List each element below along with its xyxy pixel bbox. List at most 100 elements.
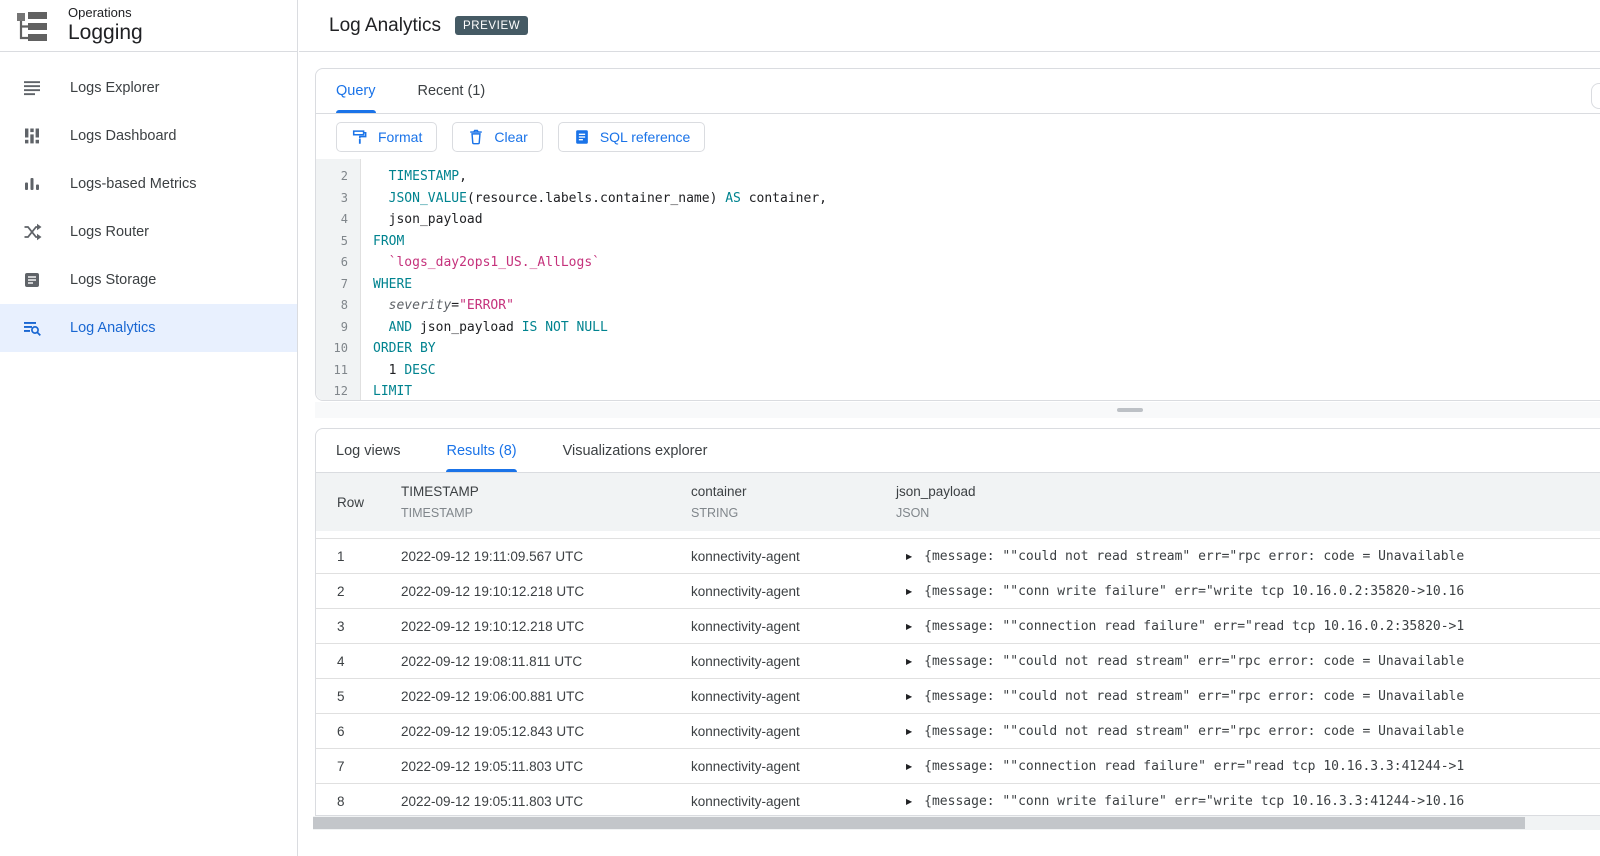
code-line: 9 AND json_payload IS NOT NULL <box>316 317 1600 339</box>
sidebar-item-label: Logs-based Metrics <box>70 176 197 192</box>
expand-row-icon[interactable]: ▶ <box>906 797 912 806</box>
sidebar-item-logs-router[interactable]: Logs Router <box>0 208 297 256</box>
expand-row-icon[interactable]: ▶ <box>906 657 912 666</box>
results-panel: Log views Results (8) Visualizations explo… <box>315 428 1600 816</box>
tab-recent-1[interactable]: Recent (1) <box>418 69 486 113</box>
cell-timestamp: 2022-09-12 19:05:11.803 UTC <box>401 758 584 774</box>
code-text: severity="ERROR" <box>388 298 514 313</box>
table-row: 1 2022-09-12 19:11:09.567 UTC konnectivity… <box>316 538 1600 573</box>
table-header: Row TIMESTAMP TIMESTAMP container STRING… <box>316 473 1600 531</box>
horizontal-scrollbar[interactable] <box>313 816 1600 830</box>
cell-container: konnectivity-agent <box>691 793 800 809</box>
column-name: Row <box>337 494 365 510</box>
app-logo-header: Operations Logging <box>0 0 297 52</box>
sidebar-item-log-analytics[interactable]: Log Analytics <box>0 304 297 352</box>
cutoff-toolbar-button[interactable] <box>1591 83 1600 109</box>
format-button[interactable]: Format <box>336 121 438 152</box>
expand-row-icon[interactable]: ▶ <box>906 552 912 561</box>
tab-results-8[interactable]: Results (8) <box>446 429 517 472</box>
line-number: 2 <box>340 169 348 183</box>
sql-reference-icon <box>573 128 591 146</box>
table-row: 5 2022-09-12 19:06:00.881 UTC konnectivity… <box>316 678 1600 713</box>
code-line: 4 json_payload <box>316 209 1600 231</box>
sidebar-item-logs-dashboard[interactable]: Logs Dashboard <box>0 112 297 160</box>
sidebar-item-logs-storage[interactable]: Logs Storage <box>0 256 297 304</box>
button-label: Format <box>378 128 423 145</box>
code-line: 5 FROM <box>316 231 1600 253</box>
button-label: SQL reference <box>599 128 691 145</box>
sidebar-nav: Logs Explorer Logs Dashboard Logs-based Me… <box>0 52 297 352</box>
cell-json-payload: ▶ {message: ""could not read stream" err=… <box>896 724 1600 739</box>
clear-icon <box>467 128 485 146</box>
column-name: TIMESTAMP <box>401 484 479 499</box>
json-payload-text: {message: ""could not read stream" err="… <box>924 723 1465 739</box>
code-line: 12 LIMIT <box>316 381 1600 400</box>
section-name: Logging <box>68 20 143 44</box>
cell-timestamp: 2022-09-12 19:10:12.218 UTC <box>401 618 585 634</box>
cell-json-payload: ▶ {message: ""conn write failure" err="wr… <box>896 794 1600 809</box>
cell-timestamp: 2022-09-12 19:05:11.803 UTC <box>401 793 584 809</box>
operations-logging-logo-icon <box>14 8 50 44</box>
clear-button[interactable]: Clear <box>452 121 543 152</box>
page-title: Log Analytics <box>329 14 441 36</box>
json-payload-text: {message: ""could not read stream" err="… <box>924 548 1465 564</box>
json-payload-text: {message: ""conn write failure" err="wri… <box>924 793 1465 809</box>
query-panel: Query Recent (1) Format Clear SQL reference… <box>315 68 1600 401</box>
query-toolbar: Format Clear SQL reference <box>316 114 1600 159</box>
json-payload-text: {message: ""conn write failure" err="wri… <box>924 583 1465 599</box>
sidebar-item-label: Logs Router <box>70 224 149 240</box>
cell-timestamp: 2022-09-12 19:06:00.881 UTC <box>401 688 585 704</box>
logs-router-icon <box>22 222 42 242</box>
line-number: 4 <box>340 212 348 226</box>
expand-row-icon[interactable]: ▶ <box>906 622 912 631</box>
column-type: STRING <box>691 506 739 520</box>
results-tabs: Log views Results (8) Visualizations explo… <box>316 429 1600 473</box>
expand-row-icon[interactable]: ▶ <box>906 727 912 736</box>
expand-row-icon[interactable]: ▶ <box>906 587 912 596</box>
cell-row-number: 7 <box>337 758 345 774</box>
line-number: 3 <box>340 190 348 205</box>
column-header-container: container STRING <box>691 473 896 531</box>
tab-log-views[interactable]: Log views <box>336 429 400 472</box>
sql-reference-button[interactable]: SQL reference <box>557 121 706 152</box>
column-type: JSON <box>896 506 930 520</box>
expand-row-icon[interactable]: ▶ <box>906 692 912 701</box>
code-line: 10 ORDER BY <box>316 338 1600 360</box>
code-line: 2 TIMESTAMP, <box>316 166 1600 188</box>
panel-resize-strip <box>315 402 1600 418</box>
cell-row-number: 4 <box>337 653 345 669</box>
code-text: 1 DESC <box>373 362 436 378</box>
logs-explorer-icon <box>22 78 42 98</box>
cell-container: konnectivity-agent <box>691 618 800 634</box>
code-text: AND json_payload IS NOT NULL <box>388 319 608 335</box>
json-payload-text: {message: ""connection read failure" err… <box>924 758 1465 774</box>
expand-row-icon[interactable]: ▶ <box>906 762 912 771</box>
line-number: 11 <box>333 362 348 377</box>
line-number: 7 <box>340 276 348 291</box>
sql-editor[interactable]: 2 TIMESTAMP, 3 JSON_VALUE(resource.labels… <box>316 159 1600 400</box>
tab-visualizations-explorer[interactable]: Visualizations explorer <box>563 429 708 472</box>
cell-timestamp: 2022-09-12 19:08:11.811 UTC <box>401 653 583 669</box>
cell-row-number: 6 <box>337 723 345 739</box>
sidebar-item-logs-explorer[interactable]: Logs Explorer <box>0 64 297 112</box>
resize-handle[interactable] <box>1117 408 1143 412</box>
cell-container: konnectivity-agent <box>691 653 800 669</box>
log-analytics-icon <box>22 318 42 338</box>
scrollbar-thumb[interactable] <box>313 817 1525 829</box>
code-text: `logs_day2ops1_US._AllLogs` <box>388 255 600 270</box>
sidebar-item-logs-based-metrics[interactable]: Logs-based Metrics <box>0 160 297 208</box>
cell-json-payload: ▶ {message: ""connection read failure" er… <box>896 619 1600 634</box>
column-header-json-payload: json_payload JSON <box>896 473 1600 531</box>
line-number: 9 <box>340 319 348 334</box>
code-text: WHERE <box>373 276 413 292</box>
code-text: LIMIT <box>373 384 413 399</box>
cell-container: konnectivity-agent <box>691 758 800 774</box>
code-line: 11 1 DESC <box>316 360 1600 382</box>
code-line: 6 `logs_day2ops1_US._AllLogs` <box>316 252 1600 274</box>
column-name: json_payload <box>896 484 976 499</box>
cell-timestamp: 2022-09-12 19:10:12.218 UTC <box>401 583 585 599</box>
cell-row-number: 2 <box>337 583 345 599</box>
code-line: 8 severity="ERROR" <box>316 295 1600 317</box>
tab-query[interactable]: Query <box>336 69 376 113</box>
code-line: 7 WHERE <box>316 274 1600 296</box>
